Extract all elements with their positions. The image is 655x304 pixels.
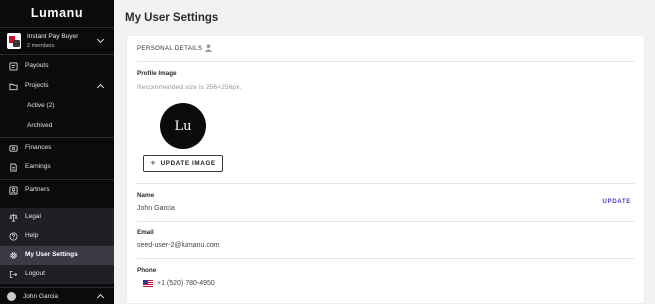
nav-label: Legal	[25, 213, 41, 220]
nav-label: Archived	[27, 122, 53, 129]
divider	[137, 258, 635, 259]
workspace-members: 2 members	[27, 43, 55, 49]
nav-label: Help	[25, 232, 39, 239]
update-name-button[interactable]: UPDATE	[602, 198, 631, 205]
personal-details-card: PERSONAL DETAILS Profile Image Recommend…	[126, 35, 645, 304]
profile-image-label: Profile Image	[137, 70, 177, 77]
user-name: John Garcia	[23, 293, 59, 300]
page-title: My User Settings	[125, 12, 219, 24]
nav-label: Earnings	[25, 163, 51, 170]
payouts-icon	[9, 62, 18, 71]
nav-logout[interactable]: Logout	[0, 265, 114, 284]
nav-partners[interactable]: Partners	[0, 181, 114, 200]
avatar	[7, 292, 16, 301]
nav-label: My User Settings	[25, 251, 78, 258]
nav-label: Partners	[25, 186, 50, 193]
plus-icon: +	[150, 158, 156, 168]
legal-icon	[9, 213, 18, 222]
profile-initials: Lu	[174, 118, 192, 134]
nav-projects[interactable]: Projects	[0, 77, 114, 96]
nav-earnings[interactable]: Earnings	[0, 158, 114, 177]
nav-help[interactable]: Help	[0, 227, 114, 246]
nav-my-user-settings[interactable]: My User Settings	[0, 246, 114, 265]
finances-icon	[9, 145, 18, 152]
workspace-switcher[interactable]: Instant Pay Buyer 2 members	[0, 27, 114, 55]
partners-icon	[9, 186, 18, 195]
section-title: PERSONAL DETAILS	[137, 45, 203, 52]
folder-icon	[9, 83, 18, 91]
nav-projects-active[interactable]: Active (2)	[0, 97, 114, 116]
person-icon	[204, 44, 213, 53]
secondary-nav: Legal Help My User Settings Logout	[0, 208, 114, 284]
nav-label: Active (2)	[27, 102, 55, 109]
earnings-icon	[10, 163, 17, 172]
name-value: John Garcia	[137, 205, 175, 212]
chevron-up-icon	[96, 83, 105, 92]
divider	[137, 183, 635, 184]
nav-label: Payouts	[25, 62, 49, 69]
phone-value: +1 (520) 780-4950	[157, 280, 215, 287]
user-menu[interactable]: John Garcia	[0, 287, 114, 304]
sidebar: Lumanu Instant Pay Buyer 2 members Payou…	[0, 0, 114, 304]
update-image-label: UPDATE IMAGE	[160, 160, 216, 167]
gear-icon	[10, 252, 17, 259]
nav-legal[interactable]: Legal	[0, 208, 114, 227]
logout-icon	[9, 270, 18, 279]
nav-label: Projects	[25, 82, 49, 89]
chevron-up-icon	[96, 293, 105, 302]
profile-image-hint: Recommended size is 256×256px.	[137, 84, 242, 91]
workspace-avatar	[7, 33, 21, 49]
nav-payouts[interactable]: Payouts	[0, 57, 114, 76]
app-logo[interactable]: Lumanu	[0, 6, 114, 20]
chevron-down-icon	[96, 35, 105, 44]
name-label: Name	[137, 192, 155, 199]
divider	[137, 61, 635, 62]
profile-image: Lu	[160, 103, 206, 149]
nav-finances[interactable]: Finances	[0, 139, 114, 158]
update-image-button[interactable]: + UPDATE IMAGE	[143, 155, 223, 172]
phone-label: Phone	[137, 267, 157, 274]
divider	[0, 179, 114, 180]
us-flag-icon	[143, 280, 153, 287]
nav-label: Logout	[25, 270, 45, 277]
email-label: Email	[137, 229, 154, 236]
email-value: seed-user-2@lumanu.com	[137, 242, 220, 249]
divider	[137, 221, 635, 222]
help-icon	[9, 232, 18, 241]
workspace-name: Instant Pay Buyer	[27, 33, 79, 40]
divider	[0, 137, 114, 138]
nav-label: Finances	[25, 144, 52, 151]
nav-projects-archived[interactable]: Archived	[0, 117, 114, 136]
